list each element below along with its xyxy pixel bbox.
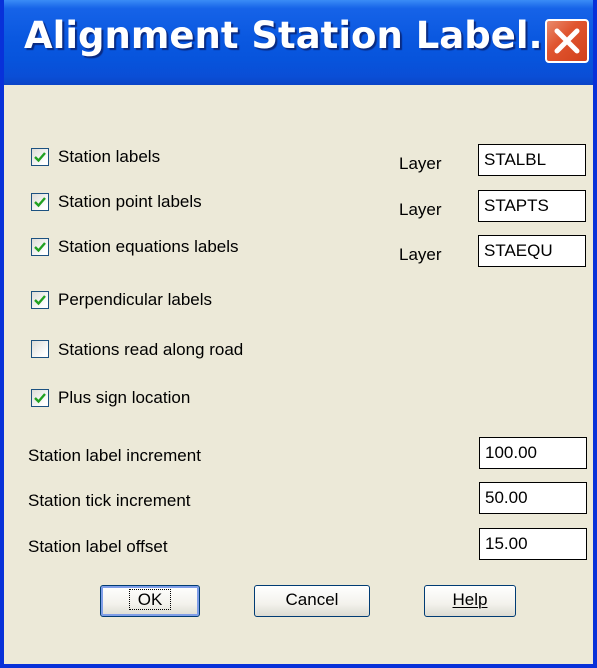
close-icon [554,28,580,54]
cancel-button[interactable]: Cancel [254,585,370,617]
ok-button-label: OK [128,589,172,610]
station-label-offset-field[interactable]: 15.00 [479,528,587,560]
station-equations-labels-layer-field[interactable]: STAEQU [478,235,586,267]
stations-read-along-road-checkbox[interactable] [31,340,49,358]
perpendicular-labels-checkbox[interactable] [31,291,49,309]
station-equations-labels-layer-label: Layer [399,245,442,264]
checkmark-icon [34,295,46,306]
station-label-increment-label: Station label increment [28,446,201,465]
close-button[interactable] [545,19,589,63]
checkmark-icon [34,393,46,404]
station-labels-checkbox[interactable] [31,148,49,166]
station-point-labels-checkbox[interactable] [31,193,49,211]
station-point-labels-layer-field[interactable]: STAPTS [478,190,586,222]
title-bar[interactable]: Alignment Station Label... [4,0,593,85]
station-label-increment-field[interactable]: 100.00 [479,437,587,469]
station-labels-layer-label: Layer [399,154,442,173]
checkmark-icon [34,152,46,163]
station-tick-increment-field[interactable]: 50.00 [479,482,587,514]
cancel-button-label: Cancel [285,590,339,609]
plus-sign-location-checkbox[interactable] [31,389,49,407]
window-title: Alignment Station Label... [24,14,571,57]
help-button-label: Help [452,590,488,609]
stations-read-along-road-label[interactable]: Stations read along road [58,340,243,360]
station-point-labels-label[interactable]: Station point labels [58,192,202,212]
help-button[interactable]: Help [424,585,516,617]
station-labels-label[interactable]: Station labels [58,147,160,167]
plus-sign-location-label[interactable]: Plus sign location [58,388,190,408]
ok-button[interactable]: OK [100,585,200,617]
station-labels-layer-field[interactable]: STALBL [478,144,586,176]
station-tick-increment-label: Station tick increment [28,491,191,510]
station-label-offset-label: Station label offset [28,537,168,556]
perpendicular-labels-label[interactable]: Perpendicular labels [58,290,212,310]
dialog-window: Alignment Station Label... Station label… [0,0,597,668]
station-equations-labels-label[interactable]: Station equations labels [58,237,239,257]
station-equations-labels-checkbox[interactable] [31,238,49,256]
station-point-labels-layer-label: Layer [399,200,442,219]
checkmark-icon [34,242,46,253]
checkmark-icon [34,197,46,208]
